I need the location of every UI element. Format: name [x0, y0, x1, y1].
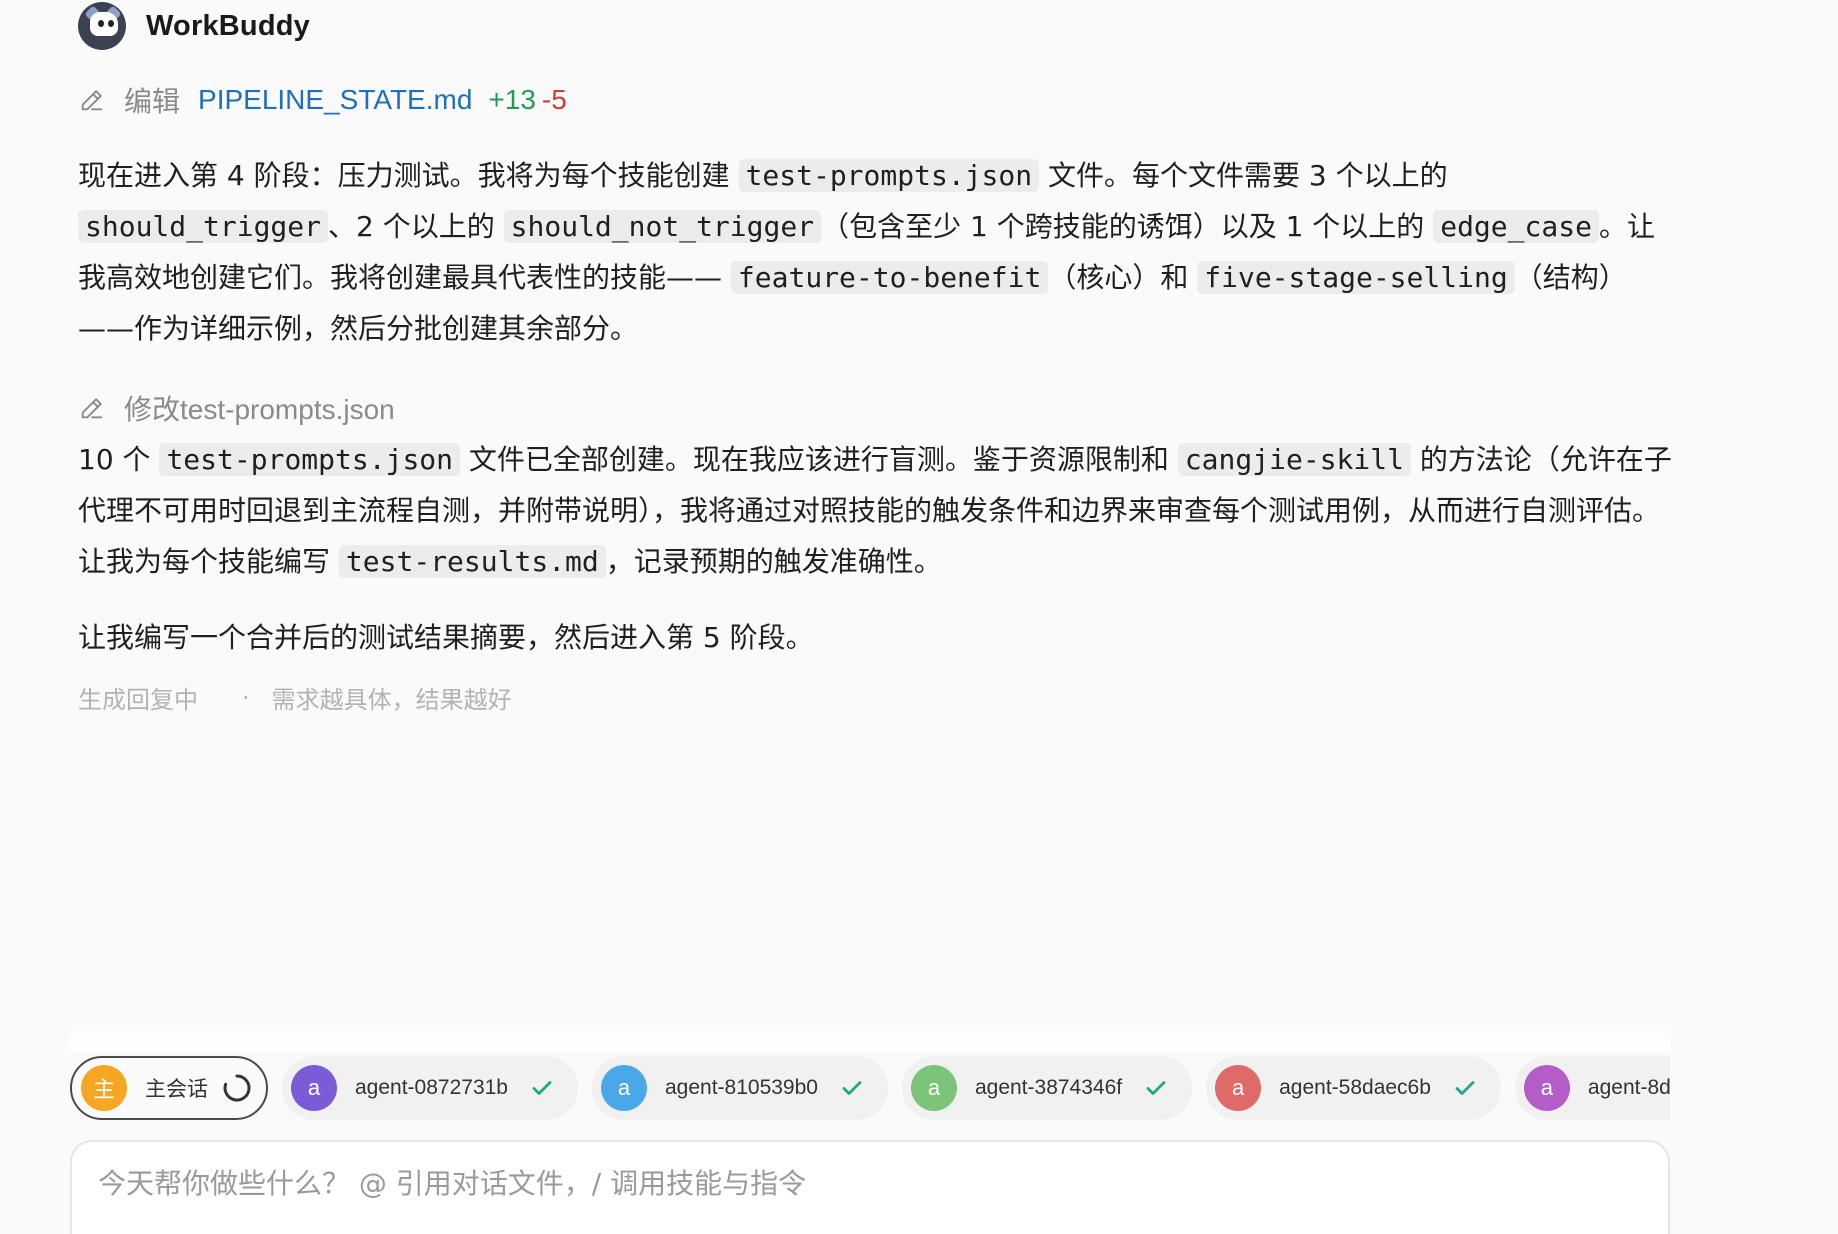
- loading-spinner-icon: [223, 1074, 251, 1102]
- tab-label: 主会话: [145, 1078, 208, 1101]
- tab-main-session[interactable]: 主 主会话: [70, 1056, 268, 1120]
- edit-verb: 编辑: [124, 86, 181, 117]
- check-icon: [842, 1081, 862, 1095]
- inline-code: edge_case: [1433, 210, 1599, 243]
- agent-badge: a: [600, 1065, 647, 1111]
- app-name: WorkBuddy: [146, 9, 310, 42]
- pencil-icon: [81, 90, 103, 111]
- check-icon: [1455, 1081, 1475, 1095]
- text-segment: 、2 个以上的: [328, 210, 504, 243]
- tab-label: agent-3874346f: [974, 1076, 1123, 1099]
- text-segment: 现在进入第 4 阶段：压力测试。我将为每个技能创建: [78, 159, 739, 192]
- assistant-header: WorkBuddy: [78, 0, 310, 52]
- inline-code: test-prompts.json: [159, 443, 461, 476]
- tab-agent-3874346f[interactable]: a agent-3874346f: [901, 1056, 1193, 1120]
- agent-badge: a: [1523, 1065, 1570, 1111]
- inline-code: feature-to-benefit: [730, 261, 1049, 294]
- agent-badge: a: [1215, 1065, 1262, 1111]
- tab-agent-8d0102e3[interactable]: a agent-8d0102e3: [1514, 1056, 1670, 1120]
- text-segment: ，记录预期的触发准确性。: [605, 545, 942, 578]
- agent-tab-bar: 主 主会话 a agent-0872731b a agent-810539b0 …: [70, 1052, 1670, 1124]
- chat-page: WorkBuddy 编辑 PIPELINE_STATE.md +13 -5 现在…: [0, 0, 1838, 1234]
- inline-code: should_trigger: [78, 210, 329, 243]
- message-paragraph-2: 10 个 test-prompts.json 文件已全部创建。现在我应该进行盲测…: [78, 434, 1678, 587]
- inline-code: five-stage-selling: [1197, 261, 1515, 294]
- modify-action-label: 修改test-prompts.json: [124, 394, 395, 425]
- main-session-badge: 主: [81, 1065, 127, 1111]
- inline-code: cangjie-skill: [1177, 443, 1411, 476]
- message-paragraph-3: 让我编写一个合并后的测试结果摘要，然后进入第 5 阶段。: [78, 612, 1678, 663]
- status-separator: ·: [242, 683, 250, 712]
- tab-label: agent-810539b0: [664, 1076, 818, 1099]
- additions-count: +13: [488, 84, 536, 115]
- text-segment: （核心）和: [1048, 261, 1198, 294]
- chat-input[interactable]: [96, 1162, 1600, 1204]
- text-segment: 让我编写一个合并后的测试结果摘要，然后进入第 5 阶段。: [78, 621, 814, 654]
- tab-label: agent-0872731b: [355, 1076, 508, 1099]
- status-hint: 需求越具体，结果越好: [271, 686, 512, 714]
- modify-action-row[interactable]: 修改test-prompts.json: [78, 388, 395, 428]
- edit-action-row[interactable]: 编辑 PIPELINE_STATE.md +13 -5: [78, 80, 567, 120]
- text-segment: 文件已全部创建。现在我应该进行盲测。鉴于资源限制和: [460, 443, 1178, 476]
- tab-agent-0872731b[interactable]: a agent-0872731b: [282, 1056, 578, 1120]
- text-segment: 文件。每个文件需要 3 个以上的: [1039, 159, 1448, 192]
- generating-status-text: 生成回复中: [78, 686, 198, 714]
- inline-code: test-prompts.json: [738, 159, 1040, 192]
- message-paragraph-1: 现在进入第 4 阶段：压力测试。我将为每个技能创建 test-prompts.j…: [78, 150, 1678, 354]
- robot-avatar-icon: [78, 2, 126, 50]
- text-segment: 10 个: [78, 443, 160, 476]
- chat-input-box[interactable]: [70, 1140, 1670, 1234]
- tabs-fade: [70, 1020, 1670, 1052]
- text-segment: （包含至少 1 个跨技能的诱饵）以及 1 个以上的: [821, 210, 1434, 243]
- agent-badge: a: [910, 1065, 957, 1111]
- tab-agent-58daec6b[interactable]: a agent-58daec6b: [1206, 1056, 1501, 1120]
- edited-file-link[interactable]: PIPELINE_STATE.md: [198, 84, 472, 116]
- agent-badge: a: [291, 1065, 337, 1111]
- deletions-count: -5: [541, 84, 567, 115]
- pencil-icon: [81, 398, 103, 419]
- check-icon: [1146, 1081, 1166, 1095]
- inline-code: test-results.md: [338, 545, 606, 578]
- tab-label: agent-8d0102e3: [1587, 1076, 1670, 1099]
- inline-code: should_not_trigger: [503, 210, 822, 243]
- tab-label: agent-58daec6b: [1279, 1076, 1431, 1099]
- check-icon: [532, 1081, 552, 1095]
- generation-status: 生成回复中 · 需求越具体，结果越好: [78, 680, 512, 715]
- tab-agent-810539b0[interactable]: a agent-810539b0: [591, 1056, 888, 1120]
